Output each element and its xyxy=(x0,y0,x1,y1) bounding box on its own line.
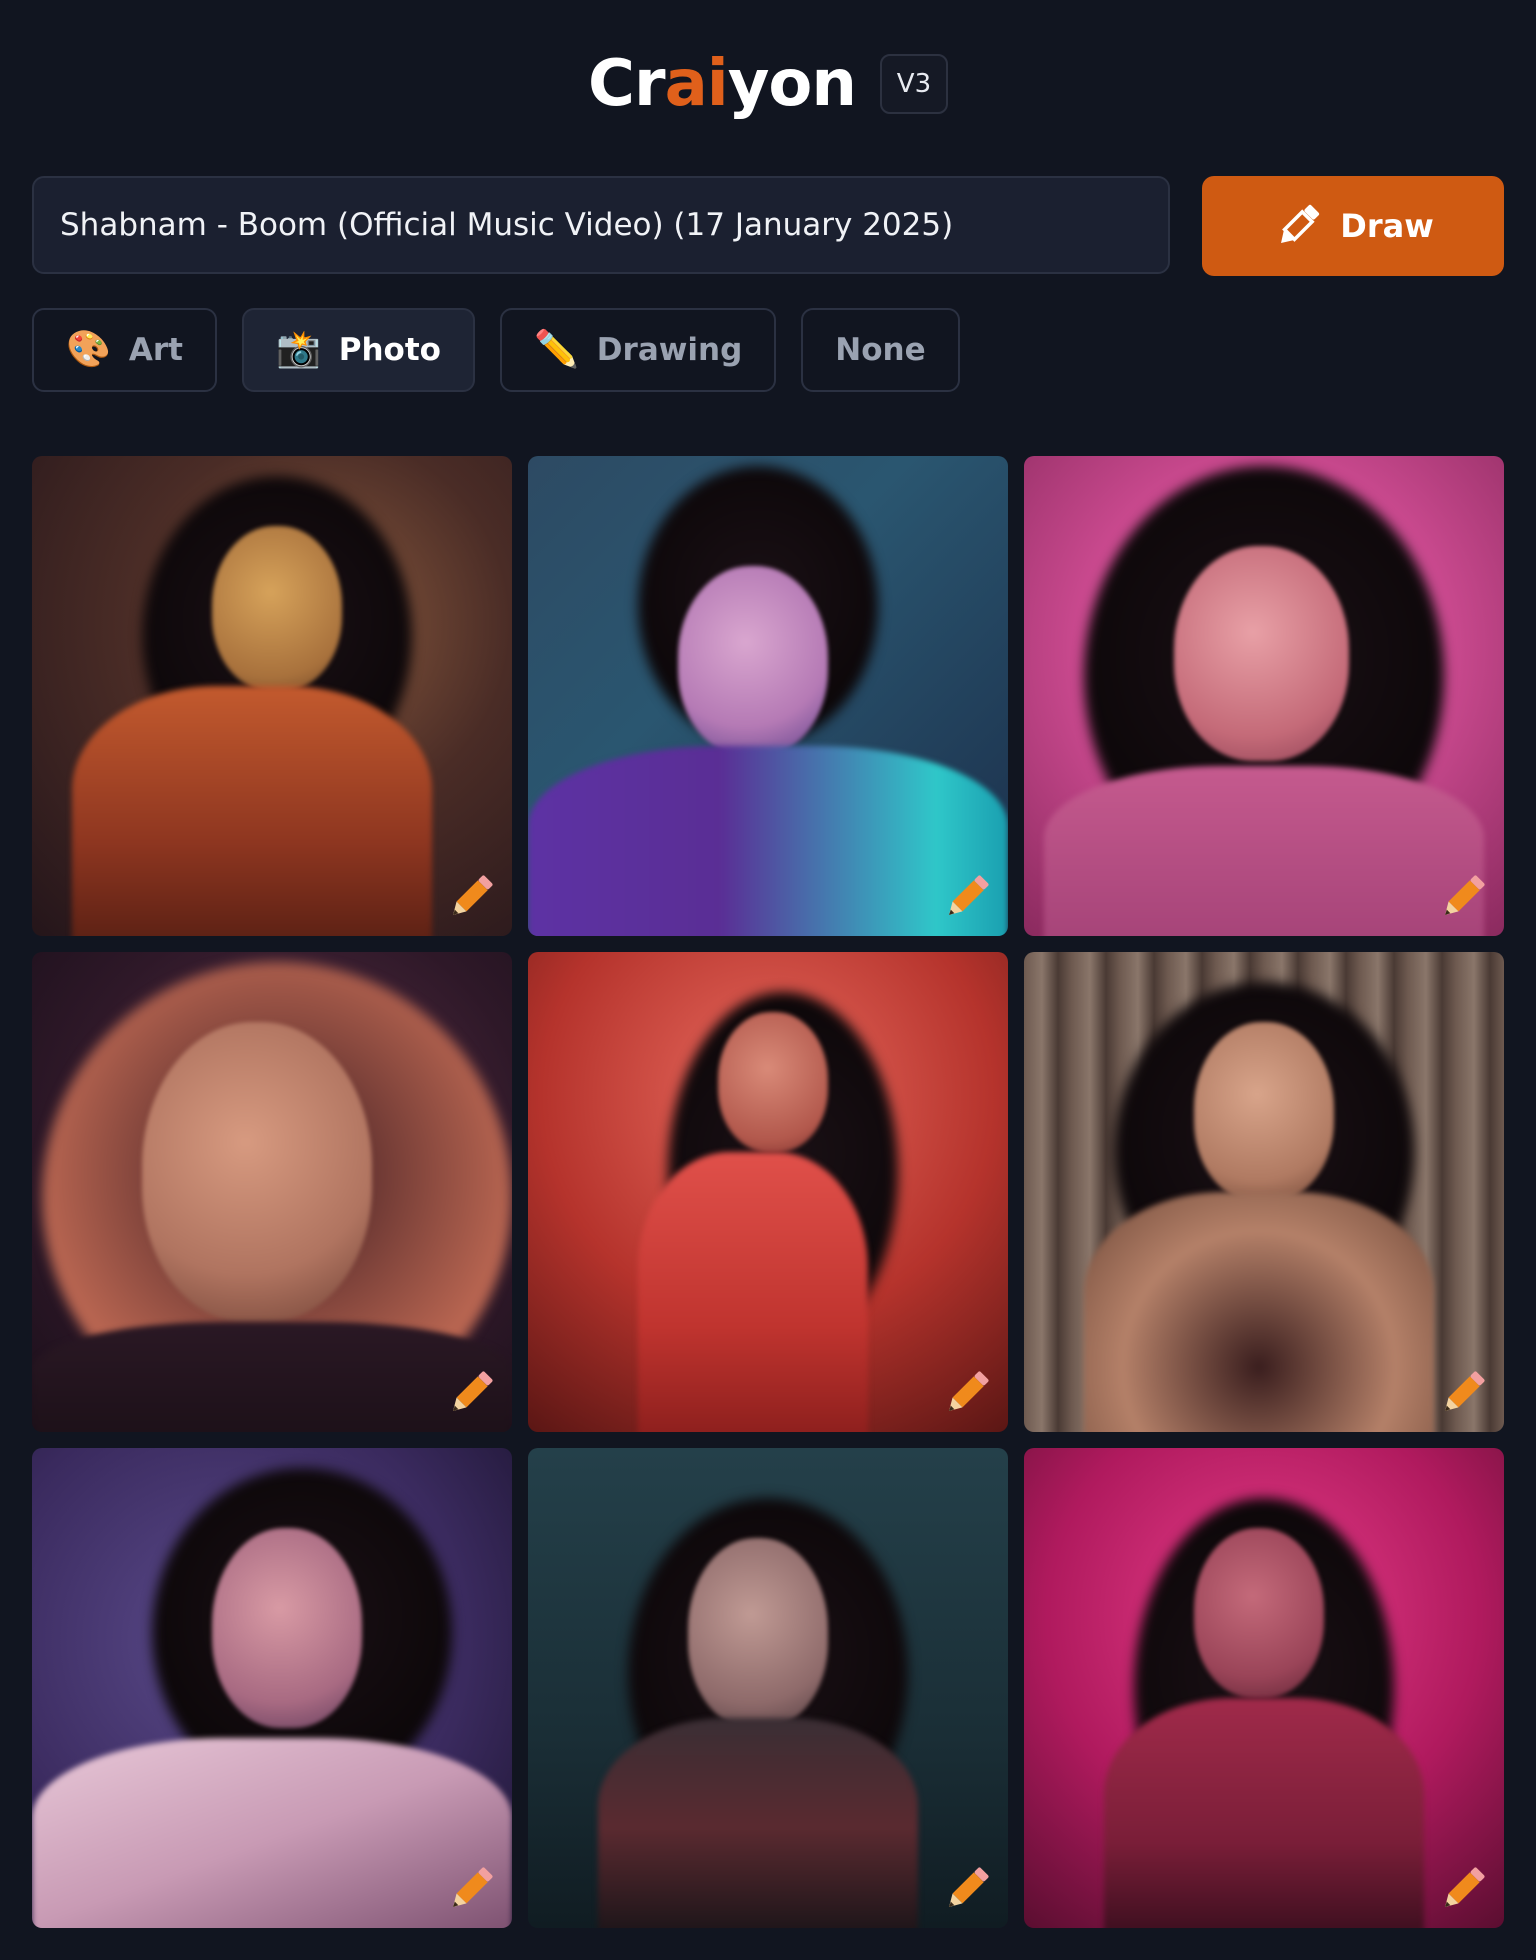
generated-image[interactable] xyxy=(1024,1448,1504,1928)
prompt-input[interactable] xyxy=(32,176,1170,274)
logo-text-cr: Cr xyxy=(588,47,666,121)
edit-pencil-icon[interactable] xyxy=(1434,870,1490,926)
style-chip-none[interactable]: None xyxy=(801,308,960,392)
style-chip-photo[interactable]: 📸 Photo xyxy=(241,308,475,392)
style-chip-label: Art xyxy=(128,332,183,368)
style-chip-art[interactable]: 🎨 Art xyxy=(32,308,217,392)
draw-button[interactable]: Draw xyxy=(1202,176,1504,276)
pencil-icon: ✏️ xyxy=(533,329,579,370)
generated-image[interactable] xyxy=(528,456,1008,936)
logo-text-yon: yon xyxy=(727,47,857,121)
generated-image[interactable] xyxy=(32,456,512,936)
edit-pencil-icon[interactable] xyxy=(1434,1366,1490,1422)
generated-image[interactable] xyxy=(1024,952,1504,1432)
header: Cr ai yon V3 xyxy=(0,48,1536,120)
logo-text-ai: ai xyxy=(664,47,729,121)
generated-image[interactable] xyxy=(1024,456,1504,936)
edit-pencil-icon[interactable] xyxy=(442,1366,498,1422)
image-grid xyxy=(32,456,1504,1928)
style-chip-drawing[interactable]: ✏️ Drawing xyxy=(499,308,777,392)
style-selector: 🎨 Art 📸 Photo ✏️ Drawing None xyxy=(32,308,960,392)
edit-pencil-icon[interactable] xyxy=(442,870,498,926)
edit-pencil-icon[interactable] xyxy=(442,1862,498,1918)
style-chip-label: Photo xyxy=(338,332,441,368)
edit-pencil-icon[interactable] xyxy=(938,1862,994,1918)
edit-pencil-icon[interactable] xyxy=(1434,1862,1490,1918)
generated-image[interactable] xyxy=(528,952,1008,1432)
craiyon-logo[interactable]: Cr ai yon xyxy=(588,47,857,121)
camera-flash-icon: 📸 xyxy=(275,329,321,370)
generated-image[interactable] xyxy=(32,1448,512,1928)
generated-image[interactable] xyxy=(32,952,512,1432)
edit-pencil-icon[interactable] xyxy=(938,870,994,926)
edit-pencil-icon[interactable] xyxy=(938,1366,994,1422)
palette-icon: 🎨 xyxy=(66,329,111,370)
pencil-icon xyxy=(1281,204,1320,243)
style-chip-label: None xyxy=(835,332,926,368)
draw-button-label: Draw xyxy=(1340,207,1434,245)
style-chip-label: Drawing xyxy=(596,332,743,368)
version-badge: V3 xyxy=(879,54,948,114)
generated-image[interactable] xyxy=(528,1448,1008,1928)
